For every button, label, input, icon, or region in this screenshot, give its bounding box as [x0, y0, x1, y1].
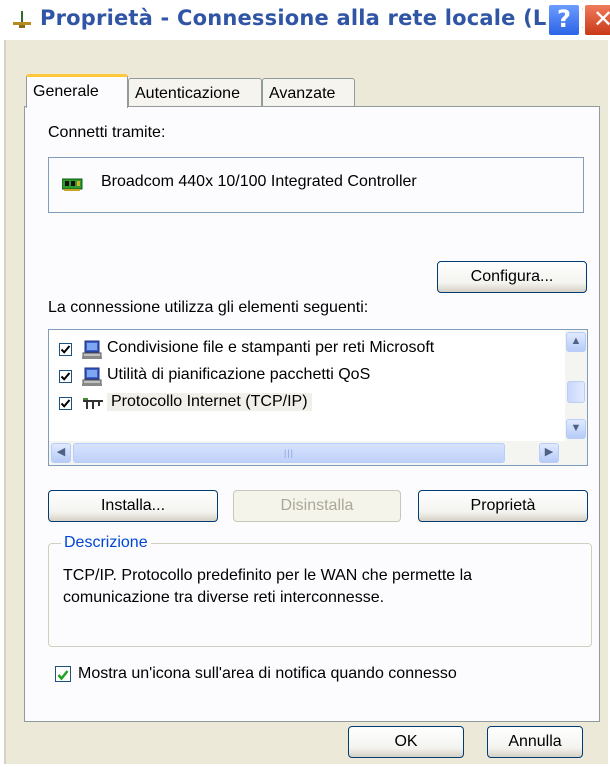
ok-button[interactable]: OK [348, 726, 464, 758]
scroll-left-icon[interactable]: ◀ [51, 443, 71, 463]
description-title: Descrizione [61, 534, 151, 552]
item-checkbox[interactable] [59, 397, 72, 410]
network-client-icon [81, 339, 105, 361]
adapter-name: Broadcom 440x 10/100 Integrated Controll… [101, 173, 417, 190]
install-button[interactable]: Installa... [48, 490, 218, 522]
scroll-right-icon[interactable]: ▶ [539, 443, 559, 463]
help-button[interactable]: ? [547, 3, 581, 37]
dialog-body: Generale Autenticazione Avanzate Connett… [4, 40, 608, 764]
horizontal-scroll-thumb[interactable]: ||| [73, 443, 505, 463]
tab-avanzate[interactable]: Avanzate [262, 78, 355, 106]
network-connection-icon [12, 10, 32, 30]
adapter-box: Broadcom 440x 10/100 Integrated Controll… [48, 157, 584, 213]
components-label: La connessione utilizza gli elementi seg… [48, 299, 369, 316]
vertical-scrollbar[interactable]: ▲ ▼ [565, 330, 587, 441]
protocol-icon [81, 393, 105, 415]
notify-checkbox[interactable] [55, 666, 71, 682]
components-list[interactable]: Condivisione file e stampanti per reti M… [48, 329, 588, 466]
item-label: Utilità di pianificazione pacchetti QoS [107, 366, 371, 383]
vertical-scroll-thumb[interactable] [567, 381, 585, 403]
title-bar[interactable]: Proprietà - Connessione alla rete locale… [0, 0, 610, 40]
cancel-button[interactable]: Annulla [487, 726, 583, 758]
configure-button[interactable]: Configura... [437, 261, 587, 293]
item-checkbox[interactable] [59, 370, 72, 383]
horizontal-scrollbar[interactable]: ◀ ||| ▶ [49, 441, 587, 465]
connect-using-label: Connetti tramite: [48, 124, 166, 141]
tab-panel-generale: Connetti tramite: Broadcom 440x 10/100 I… [24, 106, 600, 722]
window-title: Proprietà - Connessione alla rete locale… [40, 6, 591, 30]
close-button[interactable]: ✕ [583, 3, 610, 37]
tab-generale[interactable]: Generale [26, 74, 128, 108]
network-card-icon [61, 177, 83, 191]
tab-autenticazione[interactable]: Autenticazione [128, 78, 262, 106]
network-service-icon [81, 366, 105, 388]
description-text: TCP/IP. Protocollo predefinito per le WA… [63, 567, 473, 606]
scroll-down-icon[interactable]: ▼ [566, 419, 586, 439]
notify-label[interactable]: Mostra un'icona sull'area di notifica qu… [78, 665, 457, 683]
scroll-up-icon[interactable]: ▲ [566, 332, 586, 352]
uninstall-button[interactable]: Disinstalla [233, 490, 401, 522]
item-label: Protocollo Internet (TCP/IP) [107, 393, 312, 411]
item-checkbox[interactable] [59, 343, 72, 356]
item-label: Condivisione file e stampanti per reti M… [107, 339, 435, 356]
properties-button[interactable]: Proprietà [418, 490, 588, 522]
